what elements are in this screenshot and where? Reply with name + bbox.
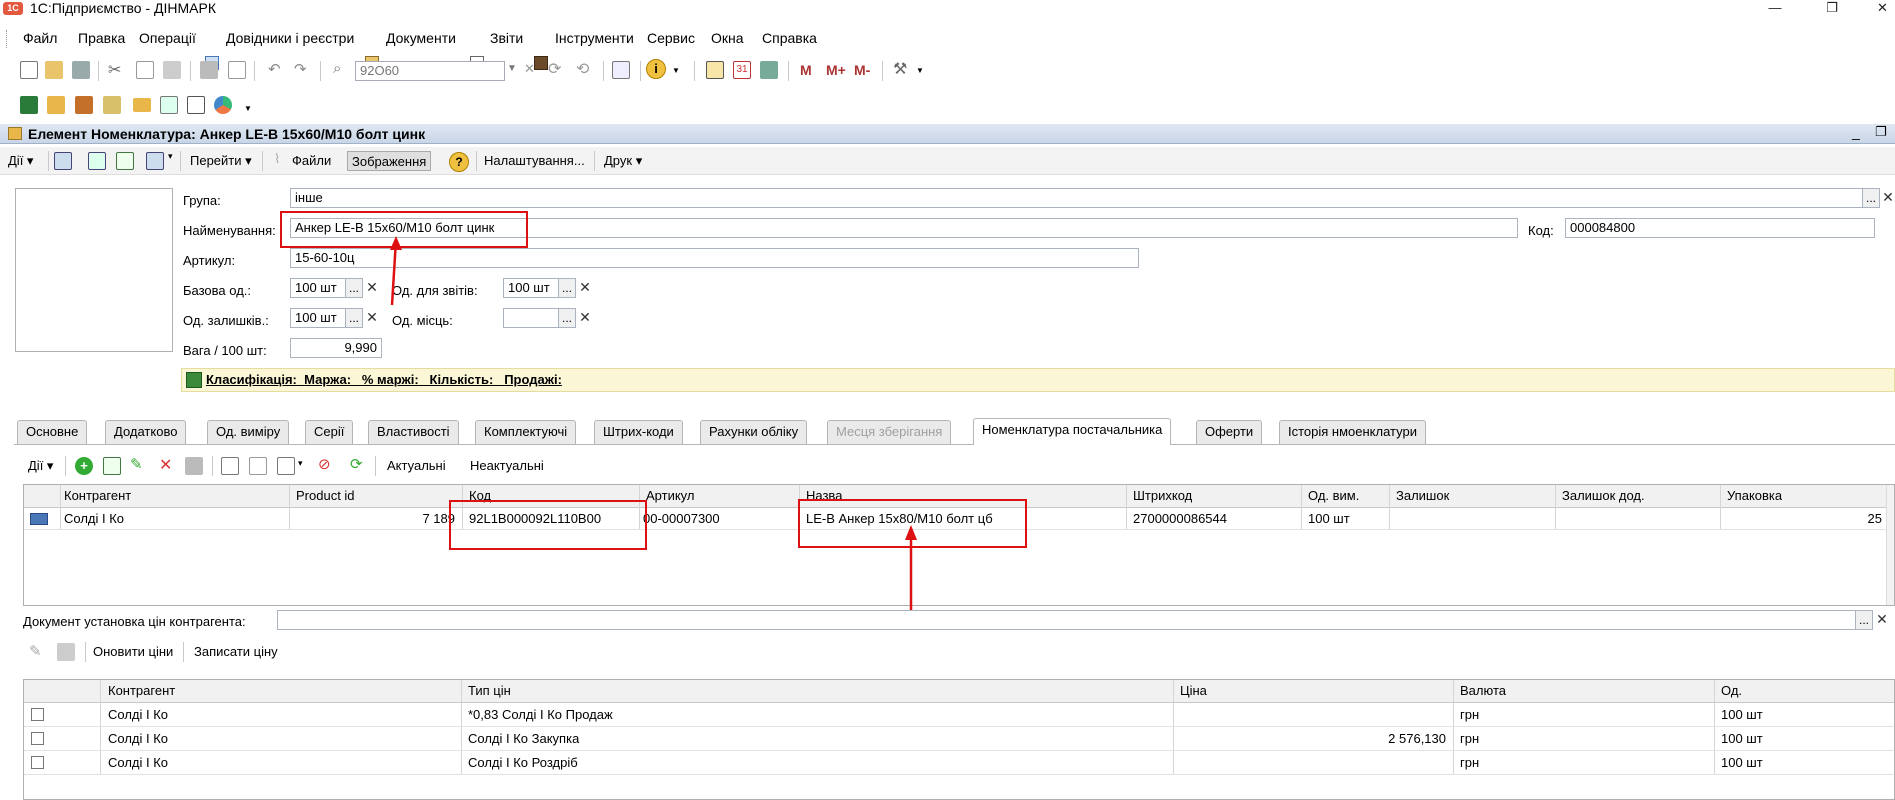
- cell-currency[interactable]: грн: [1456, 728, 1479, 750]
- price-doc-field[interactable]: [277, 610, 1857, 630]
- cell-price-unit[interactable]: 100 шт: [1717, 728, 1763, 750]
- save-price-icon[interactable]: [57, 643, 75, 661]
- row-checkbox[interactable]: [31, 708, 44, 721]
- cell-currency[interactable]: грн: [1456, 704, 1479, 726]
- col-price-contractor[interactable]: Контрагент: [104, 680, 175, 702]
- price-doc-select-button[interactable]: ...: [1855, 610, 1873, 630]
- cell-price-unit[interactable]: 100 шт: [1717, 704, 1763, 726]
- cell-price-type[interactable]: Солді І Ко Закупка: [464, 728, 579, 750]
- write-price-button[interactable]: Записати ціну: [194, 642, 278, 662]
- col-currency[interactable]: Валюта: [1456, 680, 1506, 702]
- cell-price-contractor[interactable]: Солді І Ко: [104, 704, 168, 726]
- separator: [183, 642, 184, 662]
- cell-price-type[interactable]: Солді І Ко Роздріб: [464, 752, 578, 774]
- cell-price-contractor[interactable]: Солді І Ко: [104, 728, 168, 750]
- price-doc-label: Документ установка цін контрагента:: [23, 614, 246, 629]
- col-price-unit[interactable]: Од.: [1717, 680, 1742, 702]
- cell-price-unit[interactable]: 100 шт: [1717, 752, 1763, 774]
- update-prices-button[interactable]: Оновити ціни: [93, 642, 173, 662]
- cell-currency[interactable]: грн: [1456, 752, 1479, 774]
- row-checkbox[interactable]: [31, 732, 44, 745]
- cell-price[interactable]: 2 576,130: [1173, 728, 1450, 750]
- table-row[interactable]: Солді І Ко Солді І Ко Роздріб грн 100 шт: [24, 751, 1894, 775]
- col-price[interactable]: Ціна: [1176, 680, 1207, 702]
- price-grid: Контрагент Тип цін Ціна Валюта Од. Солді…: [23, 679, 1895, 800]
- table-row[interactable]: Солді І Ко *0,83 Солді І Ко Продаж грн 1…: [24, 703, 1894, 727]
- separator: [85, 642, 86, 662]
- cell-price-contractor[interactable]: Солді І Ко: [104, 752, 168, 774]
- table-row[interactable]: Солді І Ко Солді І Ко Закупка 2 576,130 …: [24, 727, 1894, 751]
- cell-price-type[interactable]: *0,83 Солді І Ко Продаж: [464, 704, 613, 726]
- edit-price-icon[interactable]: ✎: [29, 642, 42, 660]
- price-toolbar: ✎ Оновити ціни Записати ціну: [15, 638, 1895, 666]
- price-doc-clear-button[interactable]: ✕: [1874, 610, 1890, 630]
- price-grid-header: Контрагент Тип цін Ціна Валюта Од.: [24, 680, 1894, 703]
- row-checkbox[interactable]: [31, 756, 44, 769]
- col-price-type[interactable]: Тип цін: [464, 680, 511, 702]
